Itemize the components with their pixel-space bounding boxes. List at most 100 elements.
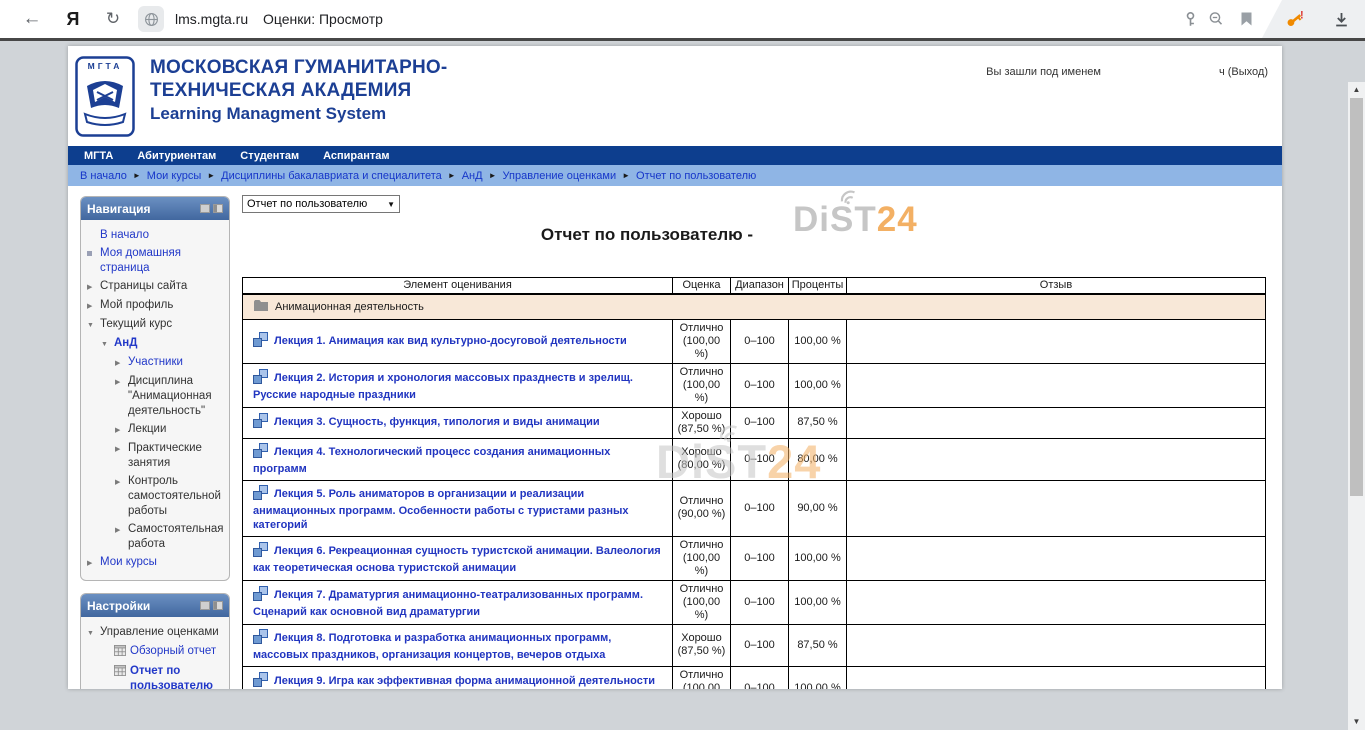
settings-item[interactable]: Отчет по пользователю bbox=[87, 662, 225, 689]
square-marker-icon bbox=[87, 246, 100, 276]
right-marker-icon[interactable]: ▶ bbox=[115, 422, 128, 438]
collapse-block-icon[interactable] bbox=[200, 204, 210, 213]
grade-cell: Хорошо (87,50 %) bbox=[673, 624, 731, 666]
site-header: МГТА МОСКОВСКАЯ ГУМАНИТАРНО- ТЕХНИЧЕСКАЯ… bbox=[68, 46, 1282, 146]
feedback-cell bbox=[847, 624, 1266, 666]
navigation-block-title: Навигация bbox=[87, 202, 197, 216]
settings-tree: ▼Управление оценкамиОбзорный отчетОтчет … bbox=[81, 617, 229, 689]
right-marker-icon[interactable]: ▶ bbox=[115, 474, 128, 519]
navigation-item-label: В начало bbox=[100, 228, 149, 243]
report-title: Отчет по пользователю - bbox=[242, 225, 1052, 245]
item-link[interactable]: Лекция 3. Сущность, функция, типология и… bbox=[274, 416, 600, 428]
right-marker-icon[interactable]: ▶ bbox=[87, 279, 100, 295]
scroll-down-icon[interactable]: ▼ bbox=[1348, 715, 1365, 729]
item-name-cell: Лекция 7. Драматургия анимационно-театра… bbox=[243, 580, 673, 624]
navigation-item[interactable]: ▶Участники bbox=[87, 353, 225, 372]
category-cell: Анимационная деятельность bbox=[243, 294, 1266, 320]
item-link[interactable]: Лекция 5. Роль аниматоров в организации … bbox=[253, 488, 629, 531]
navigation-tree: В началоМоя домашняя страница▶Страницы с… bbox=[81, 220, 229, 580]
grade-cell: Отлично (90,00 %) bbox=[673, 480, 731, 536]
right-marker-icon[interactable]: ▶ bbox=[115, 355, 128, 371]
navigation-item: ▶Дисциплина "Анимационная деятельность" bbox=[87, 372, 225, 420]
zoom-icon[interactable] bbox=[1206, 0, 1226, 38]
page-title-text: Оценки: Просмотр bbox=[263, 0, 383, 38]
navigation-item[interactable]: ▼АнД bbox=[87, 334, 225, 353]
password-alert-icon[interactable]: ! bbox=[1283, 0, 1309, 38]
nav-tab-аспирантам[interactable]: Аспирантам bbox=[323, 150, 389, 162]
grade-cell: Хорошо (80,00 %) bbox=[673, 438, 731, 480]
item-link[interactable]: Лекция 8. Подготовка и разработка анимац… bbox=[253, 632, 611, 661]
nav-tab-абитуриентам[interactable]: Абитуриентам bbox=[137, 150, 216, 162]
navigation-item[interactable]: Моя домашняя страница bbox=[87, 244, 225, 277]
svg-text:!: ! bbox=[1300, 10, 1304, 22]
item-name-cell: Лекция 9. Игра как эффективная форма ани… bbox=[243, 666, 673, 689]
right-marker-icon[interactable]: ▶ bbox=[87, 555, 100, 571]
navigation-item: ▶Практические занятия bbox=[87, 439, 225, 472]
back-icon[interactable]: ← bbox=[18, 0, 46, 38]
nav-tab-студентам[interactable]: Студентам bbox=[240, 150, 299, 162]
breadcrumb-link[interactable]: Мои курсы bbox=[147, 170, 201, 182]
refresh-icon[interactable]: ↻ bbox=[100, 0, 126, 38]
item-link[interactable]: Лекция 7. Драматургия анимационно-театра… bbox=[253, 589, 643, 618]
breadcrumb-separator: ► bbox=[448, 171, 456, 180]
address-url[interactable]: lms.mgta.ru bbox=[175, 0, 248, 38]
breadcrumb-link[interactable]: Дисциплины бакалавриата и специалитета bbox=[221, 170, 442, 182]
item-link[interactable]: Лекция 4. Технологический процесс создан… bbox=[253, 446, 610, 475]
down-marker-icon[interactable]: ▼ bbox=[87, 625, 100, 641]
download-icon[interactable] bbox=[1328, 0, 1354, 38]
chevron-down-icon: ▼ bbox=[387, 200, 395, 209]
breadcrumb-link[interactable]: Управление оценками bbox=[503, 170, 617, 182]
navigation-item: ▶Страницы сайта bbox=[87, 277, 225, 296]
percent-cell: 87,50 % bbox=[789, 407, 847, 438]
breadcrumb-link[interactable]: АнД bbox=[462, 170, 483, 182]
site-globe-icon[interactable] bbox=[136, 0, 166, 38]
feedback-cell bbox=[847, 363, 1266, 407]
item-link[interactable]: Лекция 6. Рекреационная сущность туристс… bbox=[253, 545, 661, 574]
page-body: Навигация В началоМоя домашняя страница▶… bbox=[68, 186, 1282, 689]
navigation-item-label: Дисциплина "Анимационная деятельность" bbox=[128, 374, 225, 419]
right-marker-icon[interactable]: ▶ bbox=[87, 298, 100, 314]
settings-block-title: Настройки bbox=[87, 599, 197, 613]
vertical-scrollbar[interactable]: ▲ ▼ bbox=[1348, 82, 1365, 730]
right-marker-icon[interactable]: ▶ bbox=[115, 522, 128, 552]
grades-table-head: Элемент оцениванияОценкаДиапазонПроценты… bbox=[243, 278, 1266, 294]
navigation-item[interactable]: В начало bbox=[87, 226, 225, 244]
right-marker-icon[interactable]: ▶ bbox=[115, 441, 128, 471]
down-marker-icon[interactable]: ▼ bbox=[101, 336, 114, 352]
range-cell: 0–100 bbox=[731, 407, 789, 438]
dock-block-icon[interactable] bbox=[213, 601, 223, 610]
bookmark-icon[interactable] bbox=[1236, 0, 1256, 38]
category-label: Анимационная деятельность bbox=[275, 301, 424, 313]
report-grid-icon bbox=[114, 664, 126, 690]
collapse-block-icon[interactable] bbox=[200, 601, 210, 610]
down-marker-icon[interactable]: ▼ bbox=[87, 317, 100, 333]
item-link[interactable]: Лекция 9. Игра как эффективная форма ани… bbox=[253, 675, 655, 690]
navigation-item[interactable]: ▶Мои курсы bbox=[87, 553, 225, 572]
logout-link[interactable]: ч (Выход) bbox=[1219, 66, 1268, 78]
folder-icon bbox=[253, 299, 269, 315]
range-cell: 0–100 bbox=[731, 319, 789, 363]
yandex-logo[interactable]: Я bbox=[60, 0, 86, 38]
report-type-select[interactable]: Отчет по пользователю ▼ bbox=[242, 195, 400, 213]
item-link[interactable]: Лекция 1. Анимация как вид культурно-дос… bbox=[274, 335, 627, 347]
navigation-item-label: Практические занятия bbox=[128, 441, 225, 471]
right-marker-icon[interactable]: ▶ bbox=[115, 374, 128, 419]
item-link[interactable]: Лекция 2. История и хронология массовых … bbox=[253, 372, 633, 401]
svg-text:МГТА: МГТА bbox=[88, 61, 123, 71]
scroll-up-icon[interactable]: ▲ bbox=[1348, 83, 1365, 97]
settings-item[interactable]: Обзорный отчет bbox=[87, 642, 225, 662]
scrollbar-thumb[interactable] bbox=[1350, 98, 1363, 496]
breadcrumb-link[interactable]: В начало bbox=[80, 170, 127, 182]
key-icon[interactable] bbox=[1180, 0, 1200, 38]
item-name-cell: Лекция 3. Сущность, функция, типология и… bbox=[243, 407, 673, 438]
item-name-cell: Лекция 8. Подготовка и разработка анимац… bbox=[243, 624, 673, 666]
feedback-cell bbox=[847, 666, 1266, 689]
dock-block-icon[interactable] bbox=[213, 204, 223, 213]
nav-tab-мгта[interactable]: МГТА bbox=[84, 150, 113, 162]
navigation-item-label: Мой профиль bbox=[100, 298, 173, 314]
settings-block-header: Настройки bbox=[81, 594, 229, 617]
range-cell: 0–100 bbox=[731, 363, 789, 407]
breadcrumb-link[interactable]: Отчет по пользователю bbox=[636, 170, 756, 182]
toolbar-divider bbox=[0, 38, 1365, 41]
range-cell: 0–100 bbox=[731, 624, 789, 666]
